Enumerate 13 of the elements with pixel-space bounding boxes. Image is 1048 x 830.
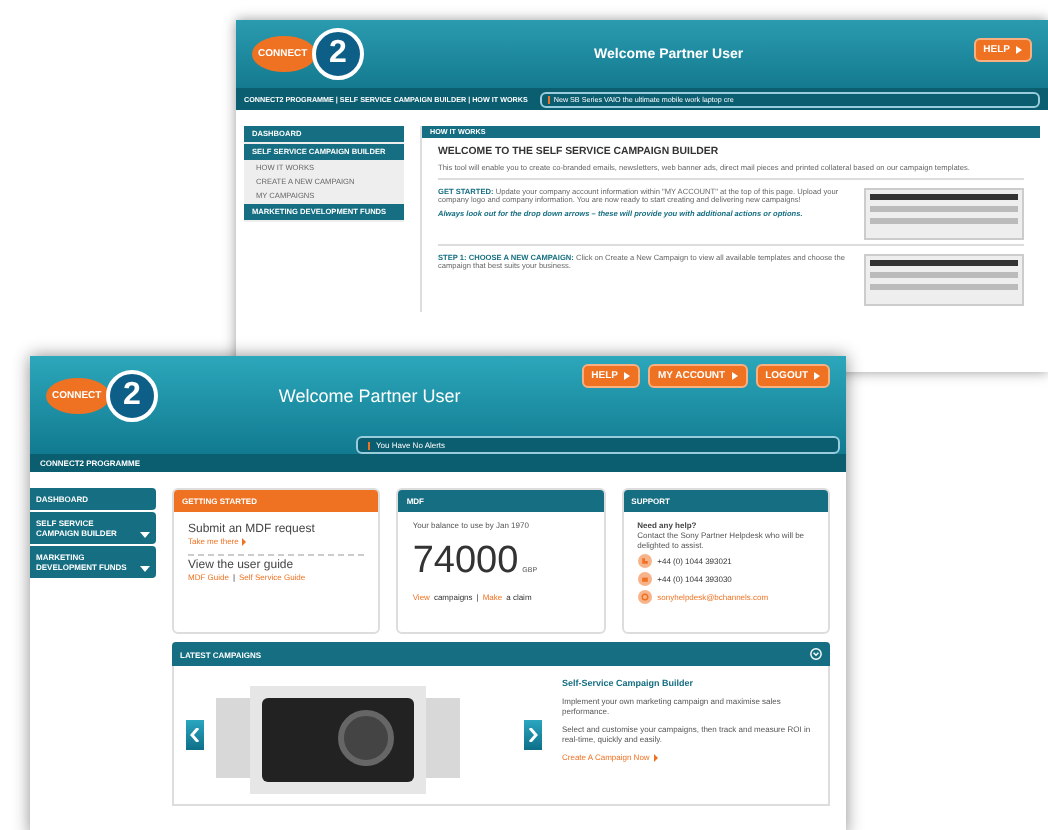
- printer-icon: [637, 572, 652, 586]
- email-icon: [637, 590, 652, 604]
- arrow-icon: [242, 537, 247, 545]
- previous-button[interactable]: [186, 720, 204, 750]
- balance-amount: 74000: [412, 540, 519, 584]
- chevron-right-icon: [528, 728, 538, 742]
- chevron-left-icon: [190, 728, 200, 742]
- next-button[interactable]: [524, 720, 542, 750]
- collapse-icon[interactable]: [810, 648, 822, 660]
- phone-icon: [637, 554, 652, 568]
- caret-icon: [140, 532, 150, 538]
- window-title: Welcome Partner User: [276, 386, 463, 406]
- caret-icon: [140, 566, 150, 572]
